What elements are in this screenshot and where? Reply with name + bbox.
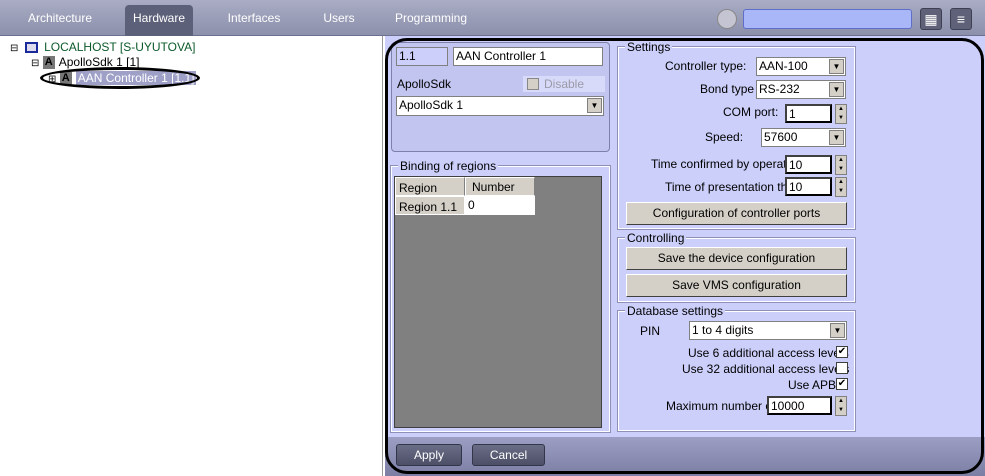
select-value: 57600 (764, 130, 798, 144)
group-title: Settings (625, 40, 673, 54)
bond-type-select[interactable]: RS-232 ▼ (756, 80, 846, 99)
regions-table: Region Number Region 1.1 0 (394, 176, 602, 428)
apb-checkbox[interactable]: ✔ (836, 378, 848, 390)
group-title: Database settings (625, 304, 726, 318)
tab-hardware[interactable]: Hardware (125, 5, 193, 36)
tab-users[interactable]: Users (315, 5, 363, 36)
max-number-spinner[interactable]: ▲ ▼ (835, 396, 847, 416)
chevron-down-icon[interactable]: ▼ (829, 82, 844, 97)
search-input[interactable] (743, 9, 912, 29)
configure-ports-button[interactable]: Configuration of controller ports (626, 202, 847, 225)
disable-label: Disable (544, 77, 585, 91)
select-value: AAN-100 (759, 59, 808, 73)
use32-label: Use 32 additional access levels (682, 362, 850, 376)
max-number-input[interactable]: 10000 (767, 396, 832, 415)
time-presentation-label: Time of presentation the (665, 180, 794, 194)
pin-label: PIN (640, 324, 661, 338)
device-name-input[interactable]: AAN Controller 1 (453, 47, 603, 66)
chevron-down-icon[interactable]: ▼ (587, 98, 602, 113)
use6-label: Use 6 additional access levels (688, 346, 849, 360)
layout-grid-icon[interactable]: ▦ (920, 8, 942, 30)
max-number-label: Maximum number of (666, 399, 776, 413)
com-port-input[interactable]: 1 (785, 104, 832, 123)
apb-label: Use APB (788, 378, 837, 392)
group-title: Binding of regions (398, 159, 499, 173)
group-title: Controlling (625, 231, 687, 245)
com-port-spinner[interactable]: ▲ ▼ (835, 104, 847, 124)
select-value: 1 to 4 digits (692, 323, 754, 337)
controller-type-label: Controller type: (665, 59, 747, 73)
menu-icon[interactable]: ≡ (950, 8, 972, 30)
row-header-region[interactable]: Region 1.1 (395, 196, 465, 215)
time-presentation-input[interactable]: 10 (785, 177, 832, 196)
select-value: RS-232 (759, 82, 800, 96)
column-header-number[interactable]: Number (465, 177, 535, 196)
time-confirmed-spinner[interactable]: ▲ ▼ (835, 155, 847, 175)
node-label: LOCALHOST [S-UYUTOVA] (44, 40, 196, 54)
disable-checkbox[interactable] (527, 78, 539, 90)
device-id-field: 1.1 (396, 47, 448, 66)
collapse-icon[interactable]: ⊟ (10, 43, 18, 54)
region-number-cell[interactable]: 0 (465, 196, 535, 215)
time-confirmed-label: Time confirmed by operator: (651, 157, 801, 171)
apollo-icon: A (42, 56, 55, 70)
save-device-config-button[interactable]: Save the device configuration (626, 247, 847, 270)
chevron-down-icon[interactable]: ▼ (829, 130, 844, 145)
speed-select[interactable]: 57600 ▼ (761, 128, 846, 147)
apply-button[interactable]: Apply (396, 444, 462, 466)
com-port-label: COM port: (723, 105, 779, 119)
select-value: ApolloSdk 1 (399, 98, 464, 112)
parent-select[interactable]: ApolloSdk 1 ▼ (396, 96, 604, 116)
time-presentation-spinner[interactable]: ▲ ▼ (835, 177, 847, 197)
controller-type-select[interactable]: AAN-100 ▼ (756, 57, 846, 76)
bond-type-label: Bond type (700, 82, 755, 96)
tab-architecture[interactable]: Architecture (18, 5, 102, 36)
column-header-region[interactable]: Region (395, 177, 465, 196)
highlight-ellipse (40, 67, 200, 89)
use32-checkbox[interactable] (836, 362, 848, 374)
chevron-down-icon[interactable]: ▼ (830, 323, 845, 338)
pin-select[interactable]: 1 to 4 digits ▼ (689, 321, 847, 340)
hardware-tree: ⊟ LOCALHOST [S-UYUTOVA] ⊟ A ApolloSdk 1 [… (0, 36, 383, 476)
hexagon-logo-icon (717, 9, 737, 29)
tree-node-localhost[interactable]: ⊟ LOCALHOST [S-UYUTOVA] (10, 40, 195, 54)
tab-programming[interactable]: Programming (393, 5, 469, 36)
top-nav-bar: Architecture Hardware Interfaces Users P… (0, 0, 985, 36)
cancel-button[interactable]: Cancel (472, 444, 545, 466)
chevron-down-icon[interactable]: ▼ (829, 59, 844, 74)
use6-checkbox[interactable]: ✔ (836, 346, 848, 358)
save-vms-config-button[interactable]: Save VMS configuration (626, 274, 847, 297)
time-confirmed-input[interactable]: 10 (785, 155, 832, 174)
parent-label: ApolloSdk (397, 77, 452, 91)
collapse-icon[interactable]: ⊟ (31, 58, 39, 69)
tab-interfaces[interactable]: Interfaces (220, 5, 288, 36)
speed-label: Speed: (705, 130, 744, 144)
computer-icon (24, 42, 38, 54)
